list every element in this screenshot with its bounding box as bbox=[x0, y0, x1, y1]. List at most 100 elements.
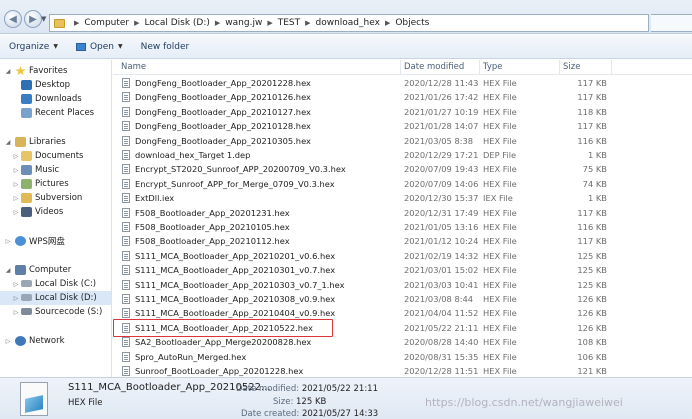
nav-documents[interactable]: ▷ Documents bbox=[0, 149, 111, 163]
expand-arrow-icon[interactable]: ◢ bbox=[4, 139, 12, 146]
recent-pages-dropdown-icon[interactable]: ▼ bbox=[41, 15, 46, 23]
nav-network[interactable]: ▷ Network bbox=[0, 334, 111, 348]
file-row[interactable]: F508_Bootloader_App_20210105.hex 2021/01/… bbox=[113, 220, 692, 234]
nav-favorites[interactable]: ◢ Favorites bbox=[0, 64, 111, 78]
expand-arrow-icon[interactable]: ◢ bbox=[4, 267, 12, 274]
nav-downloads[interactable]: Downloads bbox=[0, 92, 111, 106]
collapse-arrow-icon[interactable]: ▷ bbox=[4, 238, 12, 245]
file-icon bbox=[122, 279, 130, 290]
collapse-arrow-icon[interactable]: ▷ bbox=[4, 338, 12, 345]
nav-recent-places[interactable]: Recent Places bbox=[0, 106, 111, 120]
size-label: Size: bbox=[273, 397, 294, 407]
nav-desktop[interactable]: Desktop bbox=[0, 78, 111, 92]
nav-computer[interactable]: ◢ Computer bbox=[0, 263, 111, 277]
breadcrumb-test[interactable]: TEST bbox=[278, 18, 300, 28]
forward-button[interactable]: ▶ bbox=[24, 10, 42, 28]
expand-arrow-icon[interactable]: ◢ bbox=[4, 68, 12, 75]
nav-videos[interactable]: ▷ Videos bbox=[0, 205, 111, 219]
nav-music[interactable]: ▷ Music bbox=[0, 163, 111, 177]
file-date: 2021/01/12 10:24 bbox=[404, 236, 479, 247]
nav-local-disk-d[interactable]: ▷ Local Disk (D:) bbox=[0, 291, 111, 305]
nav-pictures[interactable]: ▷ Pictures bbox=[0, 177, 111, 191]
back-button[interactable]: ◀ bbox=[4, 10, 22, 28]
collapse-arrow-icon[interactable]: ▷ bbox=[12, 281, 20, 288]
file-type: HEX File bbox=[483, 322, 517, 333]
nav-recent-places-label: Recent Places bbox=[35, 108, 95, 118]
collapse-arrow-icon[interactable]: ▷ bbox=[12, 309, 20, 316]
file-row[interactable]: Encrypt_Sunroof_APP_for_Merge_0709_V0.3.… bbox=[113, 177, 692, 191]
file-name: S111_MCA_Bootloader_App_20210301_v0.7.he… bbox=[135, 265, 336, 276]
breadcrumb-wang-jw[interactable]: wang.jw bbox=[225, 18, 262, 28]
date-created-value: 2021/05/27 14:33 bbox=[301, 409, 379, 419]
column-name[interactable]: Name bbox=[121, 62, 146, 72]
chevron-right-icon[interactable]: ▶ bbox=[134, 19, 139, 27]
chevron-right-icon[interactable]: ▶ bbox=[305, 19, 310, 27]
file-row[interactable]: F508_Bootloader_App_20201231.hex 2020/12/… bbox=[113, 206, 692, 220]
collapse-arrow-icon[interactable]: ▷ bbox=[12, 181, 20, 188]
nav-sourcecode[interactable]: ▷ Sourcecode (S:) bbox=[0, 305, 111, 319]
nav-wps[interactable]: ▷ WPS网盘 bbox=[0, 234, 111, 248]
column-type[interactable]: Type bbox=[483, 62, 503, 72]
file-row[interactable]: download_hex_Target 1.dep 2020/12/29 17:2… bbox=[113, 148, 692, 162]
file-row[interactable]: SA2_Bootloader_App_Merge20200828.hex 2020… bbox=[113, 335, 692, 349]
column-date-modified[interactable]: Date modified bbox=[404, 62, 464, 72]
details-date-created: Date created: 2021/05/27 14:33 bbox=[241, 409, 378, 419]
file-row[interactable]: Spro_AutoRun_Merged.hex 2020/08/31 15:35 H… bbox=[113, 350, 692, 364]
collapse-arrow-icon[interactable]: ▷ bbox=[12, 295, 20, 302]
open-button[interactable]: Open ▼ bbox=[67, 42, 132, 52]
collapse-arrow-icon[interactable]: ▷ bbox=[12, 209, 20, 216]
column-size[interactable]: Size bbox=[563, 62, 580, 72]
file-icon bbox=[122, 308, 130, 319]
file-row[interactable]: DongFeng_Bootloader_App_20201228.hex 2020… bbox=[113, 76, 692, 90]
file-row[interactable]: S111_MCA_Bootloader_App_20210303_v0.7_1.… bbox=[113, 278, 692, 292]
nav-libraries[interactable]: ◢ Libraries bbox=[0, 135, 111, 149]
file-row[interactable]: DongFeng_Bootloader_App_20210128.hex 2021… bbox=[113, 119, 692, 133]
nav-documents-label: Documents bbox=[35, 151, 84, 161]
collapse-arrow-icon[interactable]: ▷ bbox=[12, 195, 20, 202]
file-name: DongFeng_Bootloader_App_20210128.hex bbox=[135, 121, 311, 132]
file-size: 106 KB bbox=[577, 351, 607, 362]
file-row[interactable]: S111_MCA_Bootloader_App_20210404_v0.9.he… bbox=[113, 306, 692, 320]
file-icon bbox=[122, 265, 130, 276]
file-icon bbox=[122, 150, 130, 160]
breadcrumb-local-disk-d[interactable]: Local Disk (D:) bbox=[145, 18, 210, 28]
collapse-arrow-icon[interactable]: ▷ bbox=[12, 167, 20, 174]
chevron-right-icon[interactable]: ▶ bbox=[385, 19, 390, 27]
file-name: S111_MCA_Bootloader_App_20210303_v0.7_1.… bbox=[135, 279, 345, 290]
new-folder-button[interactable]: New folder bbox=[132, 42, 199, 52]
file-row[interactable]: S111_MCA_Bootloader_App_20210301_v0.7.he… bbox=[113, 263, 692, 277]
file-row[interactable]: S111_MCA_Bootloader_App_20210201_v0.6.he… bbox=[113, 249, 692, 263]
libraries-icon bbox=[15, 137, 26, 147]
nav-favorites-label: Favorites bbox=[29, 66, 68, 76]
nav-local-disk-c[interactable]: ▷ Local Disk (C:) bbox=[0, 277, 111, 291]
breadcrumb-objects[interactable]: Objects bbox=[395, 18, 429, 28]
file-row[interactable]: Encrypt_ST2020_Sunroof_APP_20200709_V0.3… bbox=[113, 162, 692, 176]
file-date: 2021/03/01 15:02 bbox=[404, 265, 479, 276]
collapse-arrow-icon[interactable]: ▷ bbox=[12, 153, 20, 160]
file-size: 121 KB bbox=[577, 366, 607, 376]
file-date: 2021/02/19 14:32 bbox=[404, 250, 479, 261]
breadcrumb[interactable]: ▶ Computer ▶ Local Disk (D:) ▶ wang.jw ▶… bbox=[49, 14, 649, 32]
breadcrumb-download-hex[interactable]: download_hex bbox=[316, 18, 380, 28]
chevron-right-icon[interactable]: ▶ bbox=[267, 19, 272, 27]
breadcrumb-computer[interactable]: Computer bbox=[84, 18, 129, 28]
file-row[interactable]: ExtDll.iex 2020/12/30 15:37 IEX File 1 KB bbox=[113, 191, 692, 205]
chevron-right-icon[interactable]: ▶ bbox=[74, 19, 79, 27]
file-row[interactable]: S111_MCA_Bootloader_App_20210522.hex 2021… bbox=[113, 321, 692, 335]
network-icon bbox=[15, 336, 26, 346]
file-row[interactable]: S111_MCA_Bootloader_App_20210308_v0.9.he… bbox=[113, 292, 692, 306]
organize-button[interactable]: Organize ▼ bbox=[0, 42, 67, 52]
file-row[interactable]: DongFeng_Bootloader_App_20210126.hex 2021… bbox=[113, 90, 692, 104]
cloud-icon bbox=[15, 236, 26, 246]
file-date: 2021/01/26 17:42 bbox=[404, 92, 479, 103]
file-name: S111_MCA_Bootloader_App_20210308_v0.9.he… bbox=[135, 294, 336, 304]
chevron-right-icon[interactable]: ▶ bbox=[215, 19, 220, 27]
file-row[interactable]: F508_Bootloader_App_20210112.hex 2021/01/… bbox=[113, 234, 692, 248]
file-date: 2020/12/31 17:49 bbox=[404, 207, 479, 218]
search-box[interactable] bbox=[651, 14, 692, 32]
nav-subversion[interactable]: ▷ Subversion bbox=[0, 191, 111, 205]
file-row[interactable]: DongFeng_Bootloader_App_20210305.hex 2021… bbox=[113, 134, 692, 148]
file-size: 125 KB bbox=[577, 279, 607, 290]
file-row[interactable]: Sunroof_BootLoader_App_20201228.hex 2020/… bbox=[113, 364, 692, 377]
file-row[interactable]: DongFeng_Bootloader_App_20210127.hex 2021… bbox=[113, 105, 692, 119]
